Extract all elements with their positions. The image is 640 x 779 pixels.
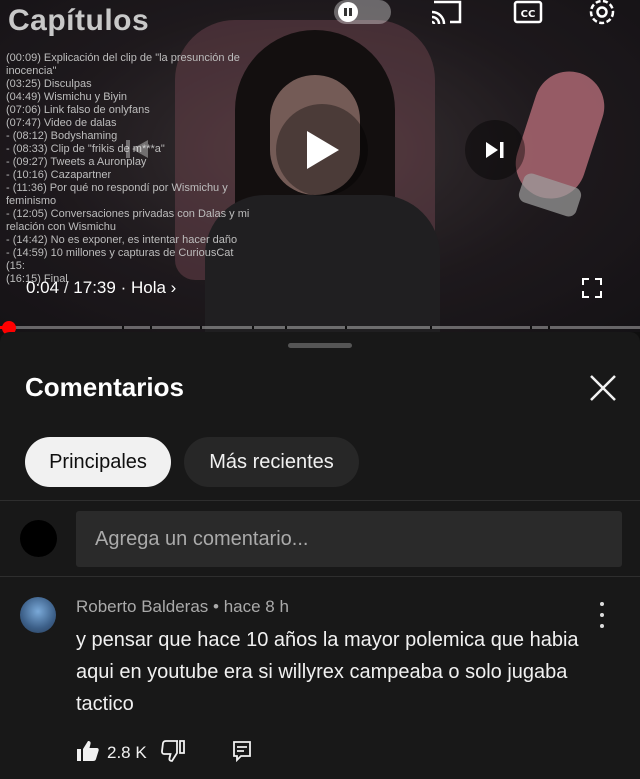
- chapters-title: Capítulos: [8, 4, 150, 37]
- pause-toggle-icon: [338, 2, 358, 22]
- divider: [0, 576, 640, 577]
- progress-bar[interactable]: [0, 326, 640, 329]
- next-icon: [486, 142, 504, 158]
- comment-author-avatar[interactable]: [20, 597, 56, 633]
- chapter-marker: [200, 326, 202, 329]
- like-icon[interactable]: [76, 740, 100, 767]
- reply-icon[interactable]: [231, 740, 253, 767]
- filter-chip-newest[interactable]: Más recientes: [184, 437, 359, 487]
- comment-actions: 2.8 K: [76, 738, 253, 768]
- chapter-marker: [430, 326, 432, 329]
- comment-author[interactable]: Roberto Balderas: [76, 597, 208, 616]
- chapter-item: - (11:36) Por qué no respondí por Wismic…: [6, 182, 228, 207]
- chapter-marker: [122, 326, 124, 329]
- filter-chip-top[interactable]: Principales: [25, 437, 171, 487]
- comment-input[interactable]: Agrega un comentario...: [76, 511, 622, 567]
- dislike-icon[interactable]: [160, 739, 185, 767]
- more-options-icon[interactable]: [592, 602, 612, 628]
- settings-icon[interactable]: [586, 0, 618, 33]
- fullscreen-icon[interactable]: [582, 278, 602, 298]
- chapter-marker: [530, 326, 532, 329]
- chapter-item: (00:09) Explicación del clip de "la pres…: [6, 52, 240, 77]
- chapter-marker: [252, 326, 254, 329]
- chapter-marker: [345, 326, 347, 329]
- comment-text: y pensar que hace 10 años la mayor polem…: [76, 629, 579, 715]
- chapter-item: - (14:59) 10 millones y capturas de Curi…: [6, 247, 234, 259]
- chapter-item: (03:25) Disculpas: [6, 78, 92, 90]
- drag-handle[interactable]: [288, 343, 352, 348]
- chapter-marker: [285, 326, 287, 329]
- svg-text:CC: CC: [521, 9, 536, 20]
- chapter-item: - (12:05) Conversaciones privadas con Da…: [6, 208, 250, 233]
- autoplay-toggle[interactable]: [334, 0, 391, 24]
- comments-title: Comentarios: [25, 372, 184, 402]
- time-display: 0:04 / 17:39 · Hola ›: [26, 278, 176, 298]
- chapter-item: (15:: [6, 260, 25, 272]
- chapter-item: (04:49) Wismichu y Biyin: [6, 91, 128, 103]
- current-time: 0:04: [26, 278, 60, 297]
- chapter-link[interactable]: · Hola ›: [121, 278, 177, 297]
- captions-icon[interactable]: CC: [513, 0, 543, 31]
- time-separator: /: [63, 278, 69, 297]
- like-count: 2.8 K: [107, 743, 147, 762]
- divider: [0, 500, 640, 501]
- duration: 17:39: [73, 278, 116, 297]
- chapter-item: (07:47) Video de dalas: [6, 117, 117, 129]
- video-player[interactable]: Capítulos (00:09) Explicación del clip d…: [0, 0, 640, 332]
- comments-panel: Comentarios Principales Más recientes Ag…: [0, 332, 640, 779]
- comment-meta: Roberto Balderas • hace 8 h: [76, 597, 289, 617]
- chapters-list: (00:09) Explicación del clip de "la pres…: [6, 52, 268, 286]
- next-button[interactable]: [465, 120, 525, 180]
- chapter-item: - (14:42) No es exponer, es intentar hac…: [6, 234, 238, 246]
- chapter-item: - (10:16) Cazapartner: [6, 169, 112, 181]
- close-icon[interactable]: [587, 372, 619, 404]
- cast-icon[interactable]: [430, 0, 464, 31]
- chapter-marker: [548, 326, 550, 329]
- comment-time: • hace 8 h: [213, 597, 289, 616]
- chapter-marker: [150, 326, 152, 329]
- previous-icon[interactable]: [122, 134, 152, 164]
- play-button[interactable]: [276, 104, 368, 196]
- play-icon: [307, 131, 339, 169]
- avatar: [20, 520, 57, 557]
- chapter-item: (07:06) Link falso de onlyfans: [6, 104, 150, 116]
